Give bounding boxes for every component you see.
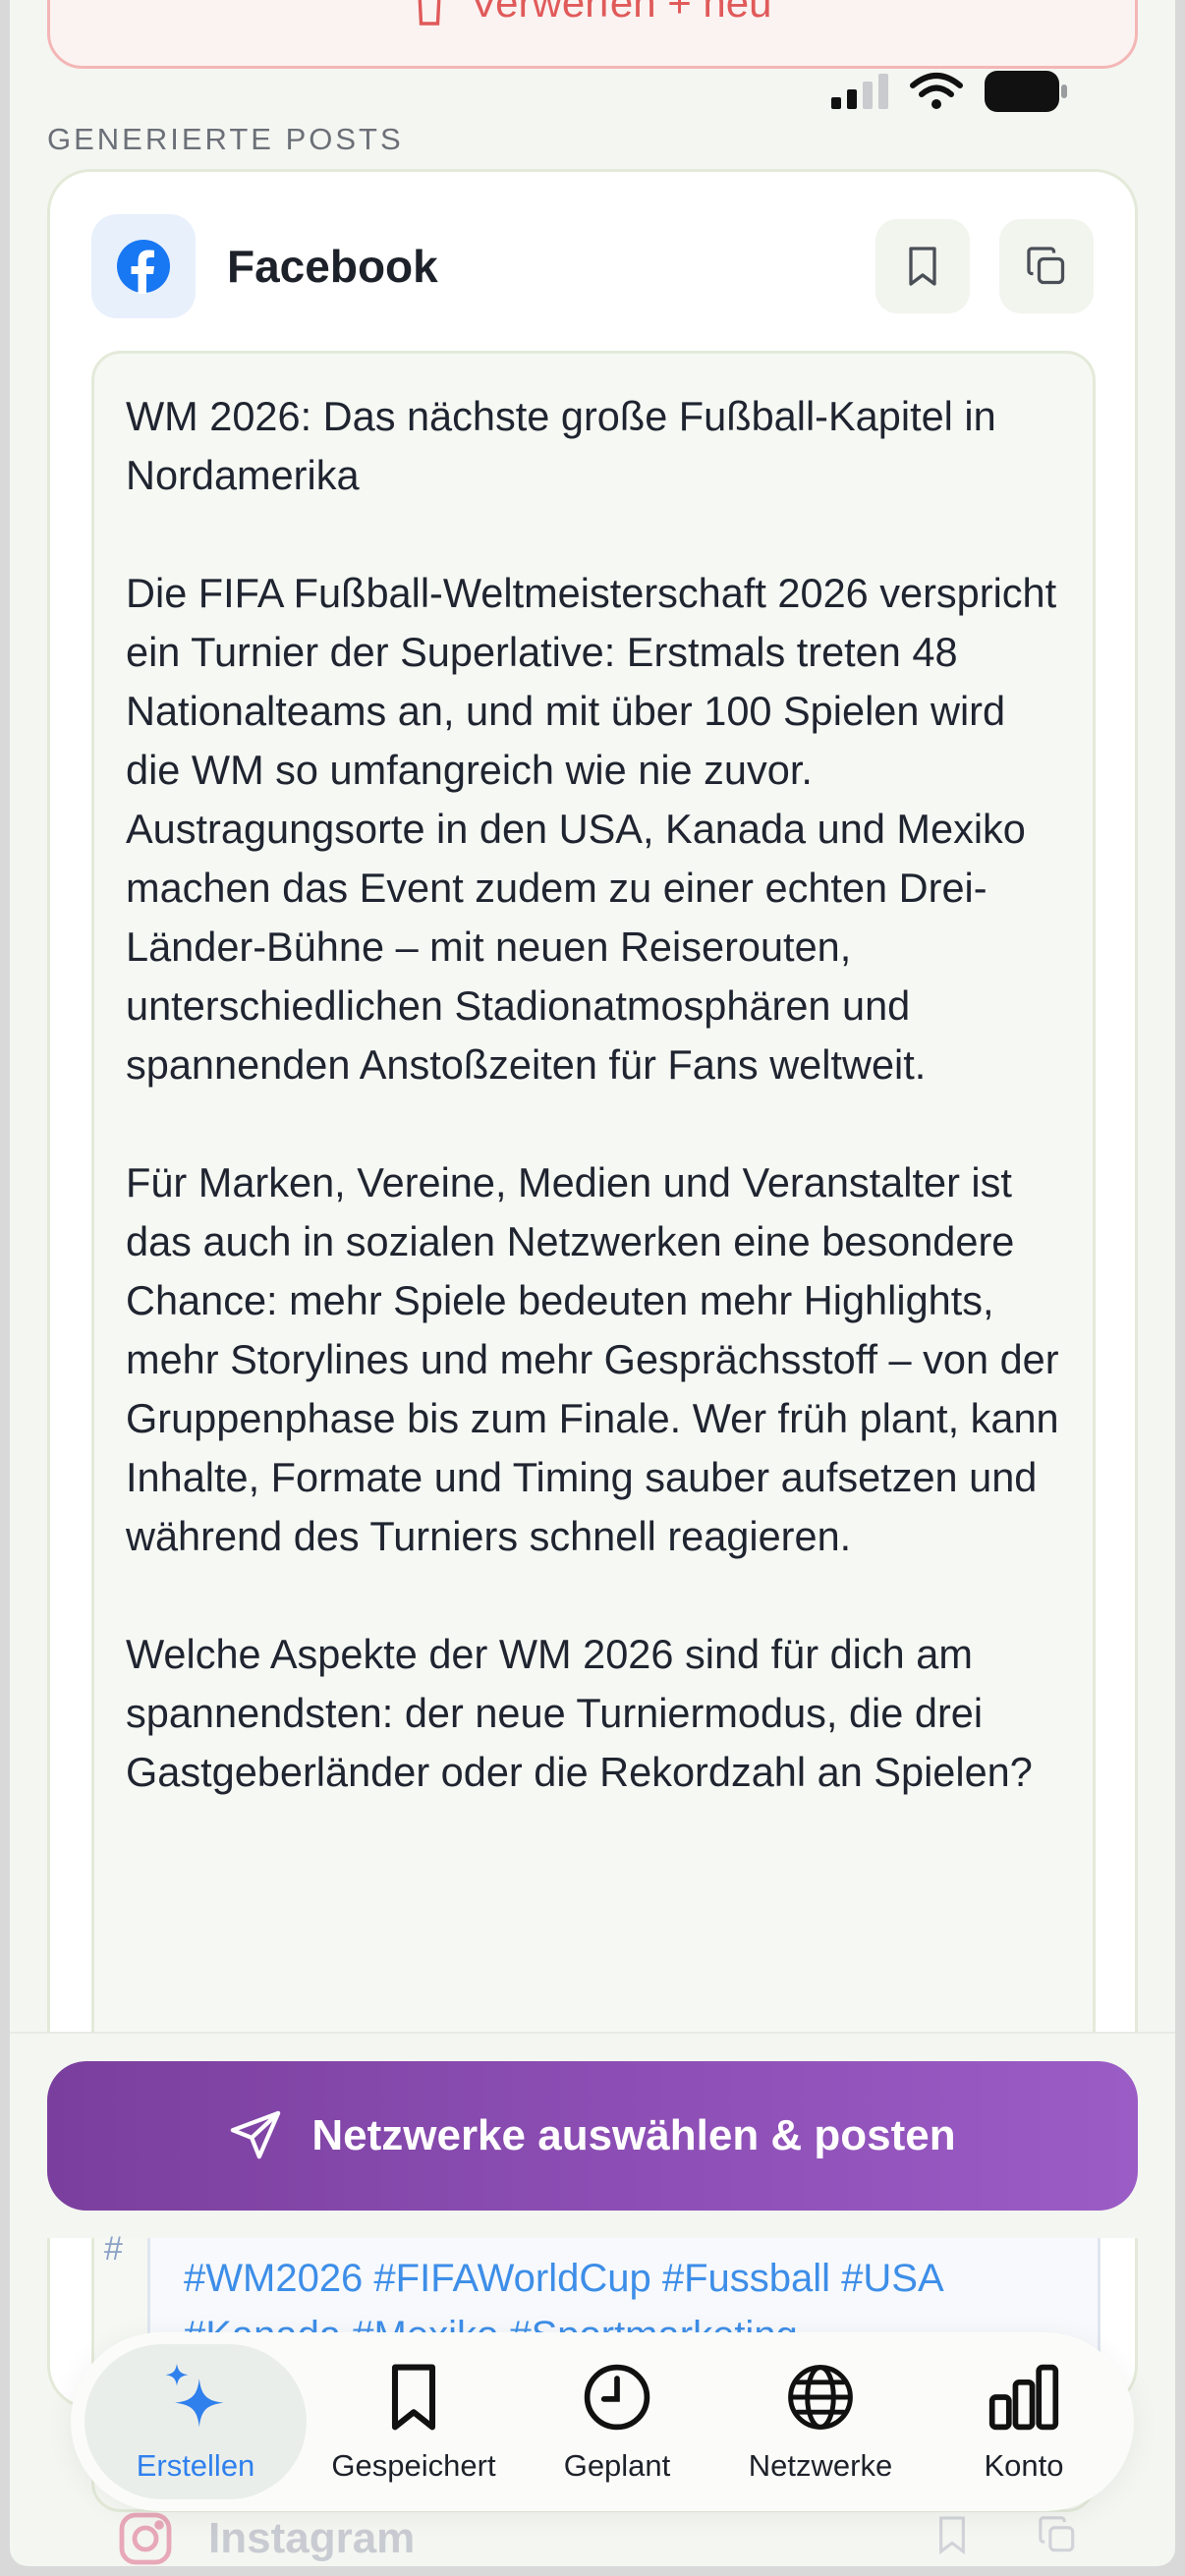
app-screen: Verwerfen + neu GENERIERTE POSTS Faceboo… — [10, 0, 1175, 2566]
nav-label: Konto — [984, 2448, 1064, 2483]
nav-item-geplant[interactable]: Geplant — [521, 2344, 713, 2499]
section-label: GENERIERTE POSTS — [47, 122, 404, 156]
select-networks-post-button[interactable]: Netzwerke auswählen & posten — [47, 2061, 1138, 2211]
nav-item-netzwerke[interactable]: Netzwerke — [724, 2344, 917, 2499]
globe-icon — [788, 2365, 853, 2430]
nav-label: Erstellen — [136, 2448, 255, 2483]
nav-label: Netzwerke — [748, 2448, 893, 2483]
bookmark-icon[interactable] — [935, 2515, 969, 2554]
discard-new-label: Verwerfen + neu — [470, 0, 772, 26]
hashtags-line-1: #WM2026 #FIFAWorldCup #Fussball #USA — [184, 2257, 944, 2300]
send-icon — [231, 2110, 281, 2159]
next-platform-name: Instagram — [208, 2514, 416, 2562]
copy-icon — [1027, 247, 1065, 285]
hashtag-icon: # — [104, 2230, 123, 2268]
instagram-card-actions — [935, 2515, 1077, 2554]
bar-chart-icon — [988, 2364, 1059, 2431]
nav-label: Geplant — [563, 2448, 671, 2483]
nav-label: Gespeichert — [331, 2448, 496, 2483]
clock-icon — [584, 2364, 650, 2431]
platform-name: Facebook — [227, 241, 438, 292]
nav-item-konto[interactable]: Konto — [928, 2344, 1120, 2499]
bookmark-icon — [391, 2364, 436, 2431]
sparkle-icon — [165, 2363, 224, 2428]
trash-icon — [419, 0, 441, 26]
bottom-nav: Erstellen Gespeichert Geplant Netzwerke — [71, 2332, 1134, 2511]
facebook-icon — [91, 214, 196, 318]
copy-post-button[interactable] — [999, 219, 1094, 313]
copy-icon[interactable] — [1038, 2515, 1077, 2554]
save-post-button[interactable] — [875, 219, 970, 313]
cta-label: Netzwerke auswählen & posten — [311, 2111, 956, 2159]
cellular-signal-icon — [831, 74, 888, 109]
nav-item-gespeichert[interactable]: Gespeichert — [317, 2344, 510, 2499]
bookmark-icon — [909, 247, 936, 286]
post-card-header: Facebook — [91, 213, 1094, 319]
battery-icon — [985, 71, 1067, 112]
instagram-icon — [119, 2512, 172, 2565]
nav-item-erstellen[interactable]: Erstellen — [85, 2344, 307, 2499]
wifi-icon — [910, 73, 963, 109]
status-bar — [831, 71, 1067, 112]
discard-new-button[interactable]: Verwerfen + neu — [47, 0, 1138, 69]
post-card-instagram-header: Instagram — [118, 2511, 415, 2566]
